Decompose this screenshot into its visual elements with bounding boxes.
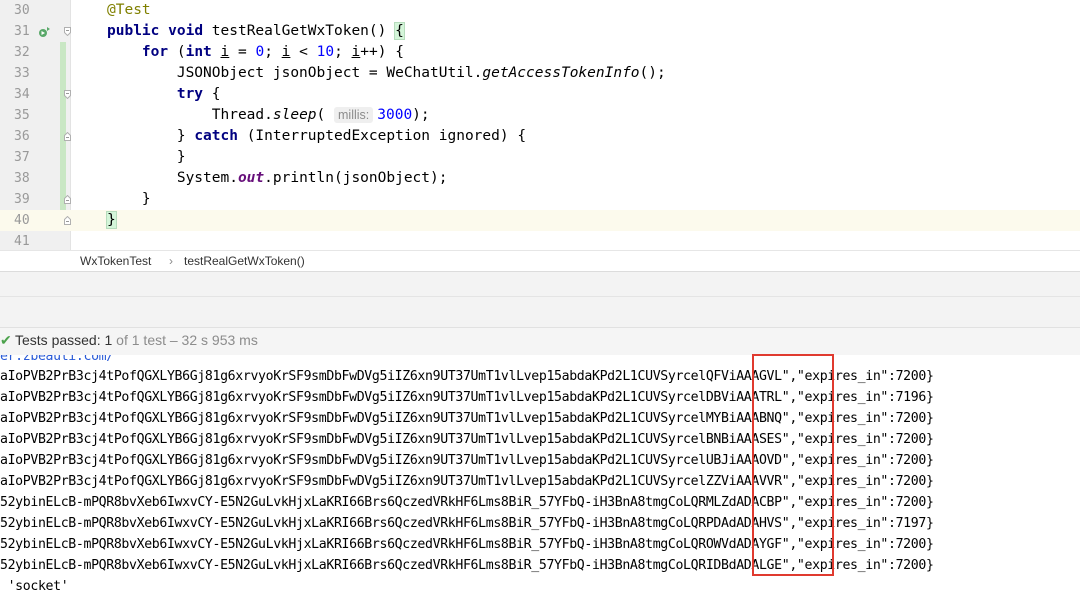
code-text: } (176, 149, 186, 165)
breadcrumb-method[interactable]: testRealGetWxToken() (184, 251, 305, 271)
code-text: Thread.sleep( millis: 3000); (211, 107, 430, 123)
line-number: 31 (14, 24, 30, 39)
line-number: 35 (14, 108, 30, 123)
line-number: 38 (14, 171, 30, 186)
line-number: 30 (14, 3, 30, 18)
run-toolbar (0, 296, 1080, 327)
fold-icon[interactable] (64, 132, 71, 141)
tool-window-tabs (0, 271, 1080, 297)
line-number: 33 (14, 66, 30, 81)
code-line[interactable]: 34 try { (0, 84, 1080, 105)
code-text: @Test (107, 2, 151, 18)
code-line[interactable]: 41 (0, 231, 1080, 252)
fold-icon[interactable] (64, 90, 71, 99)
code-editor[interactable]: 30 @Test 31 public void testRealGetWxTok… (0, 0, 1080, 250)
line-number: 39 (14, 192, 30, 207)
code-text: } catch (InterruptedException ignored) { (176, 128, 527, 144)
code-line[interactable]: 37 } (0, 147, 1080, 168)
code-line[interactable]: 30 @Test (0, 0, 1080, 21)
console-output[interactable]: er.zbeauti.com/ aIoPVB2PrB3cj4tPofQGXLYB… (0, 355, 1080, 605)
code-text: for (int i = 0; i < 10; i++) { (141, 44, 404, 60)
code-line[interactable]: 31 public void testRealGetWxToken() { (0, 21, 1080, 42)
code-line[interactable]: 35 Thread.sleep( millis: 3000); (0, 105, 1080, 126)
code-text: public void testRealGetWxToken() { (107, 22, 405, 40)
breadcrumb-separator: › (169, 254, 173, 268)
breadcrumb-class[interactable]: WxTokenTest (80, 251, 151, 271)
line-number: 37 (14, 150, 30, 165)
line-number: 34 (14, 87, 30, 102)
line-number: 41 (14, 234, 30, 249)
parameter-hint: millis: (334, 107, 374, 123)
code-text: try { (176, 86, 221, 102)
check-icon: ✔ (0, 332, 12, 348)
code-line[interactable]: 38 System.out.println(jsonObject); (0, 168, 1080, 189)
code-text: System.out.println(jsonObject); (176, 170, 448, 186)
code-line[interactable]: 32 for (int i = 0; i < 10; i++) { (0, 42, 1080, 63)
fold-icon[interactable] (64, 27, 71, 36)
highlight-box (752, 354, 834, 576)
line-number: 40 (14, 213, 30, 228)
console-line: 'socket' (0, 579, 69, 594)
run-test-icon[interactable] (38, 24, 52, 38)
line-number: 36 (14, 129, 30, 144)
test-status-bar: ✔ Tests passed: 1 of 1 test – 32 s 953 m… (0, 327, 1080, 356)
code-line[interactable]: 36 } catch (InterruptedException ignored… (0, 126, 1080, 147)
code-text: JSONObject jsonObject = WeChatUtil.getAc… (176, 65, 666, 81)
test-status-text: Tests passed: 1 of 1 test – 32 s 953 ms (15, 332, 258, 348)
code-line[interactable]: 33 JSONObject jsonObject = WeChatUtil.ge… (0, 63, 1080, 84)
line-number: 32 (14, 45, 30, 60)
code-text: } (106, 211, 117, 229)
code-text: } (141, 191, 151, 207)
fold-icon[interactable] (64, 216, 71, 225)
code-line-current[interactable]: 40 } (0, 210, 1080, 231)
breadcrumb: WxTokenTest › testRealGetWxToken() (0, 250, 1080, 271)
fold-icon[interactable] (64, 195, 71, 204)
code-line[interactable]: 39 } (0, 189, 1080, 210)
